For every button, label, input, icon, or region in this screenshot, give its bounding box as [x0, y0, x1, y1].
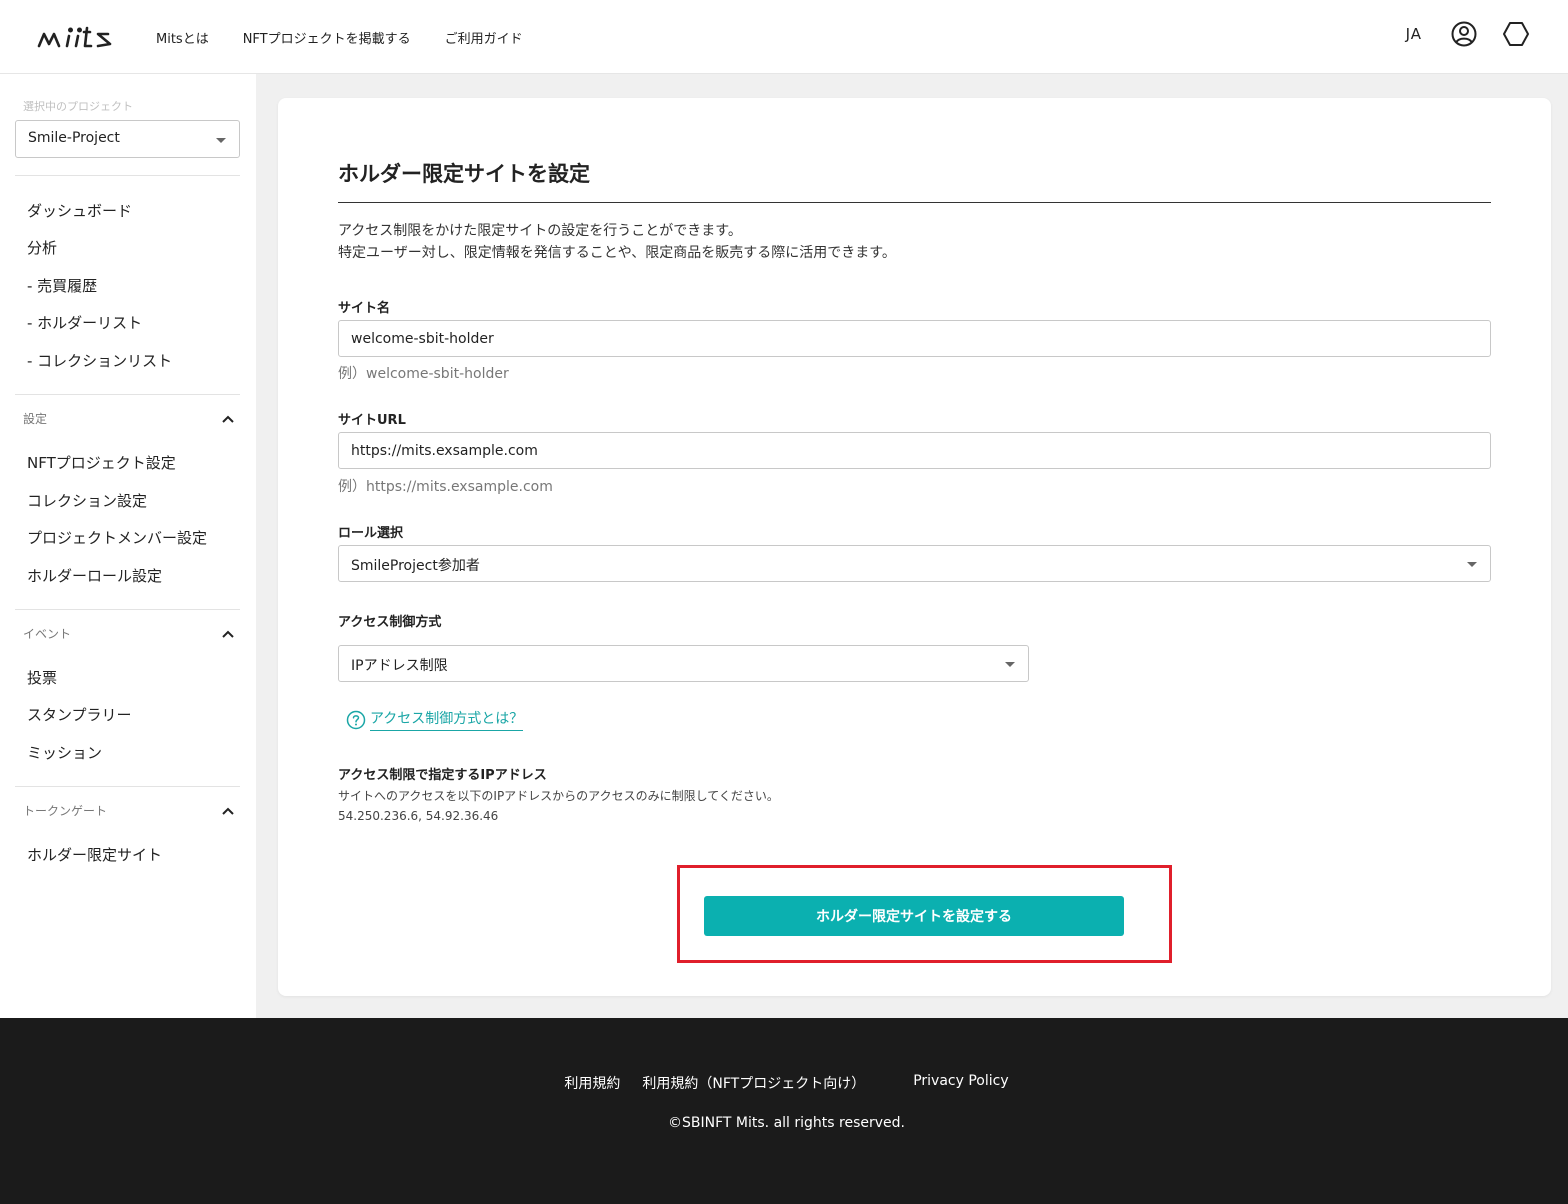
mits-logo[interactable]: [36, 22, 116, 52]
nav-list-project[interactable]: NFTプロジェクトを掲載する: [243, 28, 411, 47]
sidebar-divider: [15, 786, 240, 787]
project-select-value: Smile-Project: [28, 130, 120, 146]
sidebar-item-stamp-rally[interactable]: スタンプラリー: [27, 704, 132, 725]
site-name-input[interactable]: [338, 320, 1491, 357]
sidebar-section-token-gate: トークンゲート: [23, 804, 108, 818]
page-title: ホルダー限定サイトを設定: [338, 162, 590, 186]
sidebar-item-dashboard[interactable]: ダッシュボード: [27, 200, 132, 221]
chevron-up-icon[interactable]: [222, 630, 234, 638]
role-select-value: SmileProject参加者: [351, 558, 480, 574]
access-method-select[interactable]: IPアドレス制限: [338, 645, 1029, 682]
footer-link-privacy[interactable]: Privacy Policy: [913, 1073, 1008, 1093]
sidebar: 選択中のプロジェクト Smile-Project ダッシュボード 分析 - 売買…: [0, 74, 256, 1018]
sidebar-item-member-settings[interactable]: プロジェクトメンバー設定: [27, 527, 207, 548]
copyright: ©SBINFT Mits. all rights reserved.: [668, 1115, 905, 1131]
sidebar-item-holder-role-settings[interactable]: ホルダーロール設定: [27, 565, 162, 586]
sidebar-divider: [15, 175, 240, 176]
language-switch[interactable]: JA: [1406, 25, 1422, 43]
description-line: 特定ユーザー対し、限定情報を発信することや、限定商品を販売する際に活用できます。: [338, 245, 896, 261]
role-label: ロール選択: [338, 526, 404, 541]
site-url-hint: 例）https://mits.exsample.com: [338, 479, 553, 495]
sidebar-item-mission[interactable]: ミッション: [27, 742, 102, 763]
top-header: Mitsとは NFTプロジェクトを掲載する ご利用ガイド JA: [0, 0, 1568, 74]
sidebar-item-holder-list[interactable]: - ホルダーリスト: [27, 312, 142, 333]
sidebar-section-events: イベント: [23, 627, 72, 641]
footer-link-terms-nft[interactable]: 利用規約（NFTプロジェクト向け）: [642, 1073, 865, 1093]
submit-button[interactable]: ホルダー限定サイトを設定する: [704, 896, 1124, 936]
project-select[interactable]: Smile-Project: [15, 120, 240, 158]
caret-down-icon: [216, 138, 226, 143]
sidebar-divider: [15, 394, 240, 395]
site-name-label: サイト名: [338, 301, 391, 316]
site-url-input[interactable]: [338, 432, 1491, 469]
access-method-help-link[interactable]: アクセス制御方式とは？: [346, 708, 524, 731]
caret-down-icon: [1005, 662, 1015, 667]
question-circle-icon: [346, 710, 366, 729]
top-nav: Mitsとは NFTプロジェクトを掲載する ご利用ガイド: [156, 28, 523, 47]
ip-section-title: アクセス制限で指定するIPアドレス: [338, 768, 547, 783]
site-name-hint: 例）welcome-sbit-holder: [338, 366, 509, 382]
main-card: ホルダー限定サイトを設定 アクセス制限をかけた限定サイトの設定を行うことができま…: [278, 98, 1551, 996]
wallet-hexagon-icon[interactable]: [1502, 20, 1530, 48]
title-divider: [338, 202, 1491, 203]
ip-address-value: 54.250.236.6, 54.92.36.46: [338, 809, 499, 823]
nav-about[interactable]: Mitsとは: [156, 28, 209, 47]
nav-guide[interactable]: ご利用ガイド: [445, 28, 523, 47]
sidebar-item-collection-list[interactable]: - コレクションリスト: [27, 350, 172, 371]
ip-section-description: サイトへのアクセスを以下のIPアドレスからのアクセスのみに制限してください。: [338, 789, 779, 803]
sidebar-divider: [15, 609, 240, 610]
account-icon[interactable]: [1450, 20, 1478, 48]
help-link-text: アクセス制御方式とは？: [370, 708, 524, 731]
project-label: 選択中のプロジェクト: [23, 100, 133, 113]
caret-down-icon: [1467, 562, 1477, 567]
access-method-label: アクセス制御方式: [338, 615, 442, 630]
sidebar-item-nft-project-settings[interactable]: NFTプロジェクト設定: [27, 452, 176, 473]
sidebar-item-collection-settings[interactable]: コレクション設定: [27, 490, 147, 511]
footer-spacer: [887, 1073, 891, 1093]
chevron-up-icon[interactable]: [222, 415, 234, 423]
sidebar-item-trade-history[interactable]: - 売買履歴: [27, 275, 97, 296]
chevron-up-icon[interactable]: [222, 807, 234, 815]
sidebar-item-vote[interactable]: 投票: [27, 667, 57, 688]
footer: 利用規約 利用規約（NFTプロジェクト向け） Privacy Policy ©S…: [0, 1018, 1568, 1204]
description-line: アクセス制限をかけた限定サイトの設定を行うことができます。: [338, 223, 742, 239]
page-description: アクセス制限をかけた限定サイトの設定を行うことができます。 特定ユーザー対し、限…: [338, 220, 896, 264]
sidebar-section-settings: 設定: [23, 412, 48, 426]
sidebar-item-holder-site[interactable]: ホルダー限定サイト: [27, 844, 162, 865]
footer-link-terms[interactable]: 利用規約: [564, 1073, 620, 1093]
header-actions: JA: [1406, 20, 1530, 48]
role-select[interactable]: SmileProject参加者: [338, 545, 1491, 582]
access-method-select-value: IPアドレス制限: [351, 658, 448, 674]
sidebar-item-analytics[interactable]: 分析: [27, 237, 57, 258]
site-url-label: サイトURL: [338, 413, 406, 428]
footer-links: 利用規約 利用規約（NFTプロジェクト向け） Privacy Policy: [0, 1073, 1568, 1093]
